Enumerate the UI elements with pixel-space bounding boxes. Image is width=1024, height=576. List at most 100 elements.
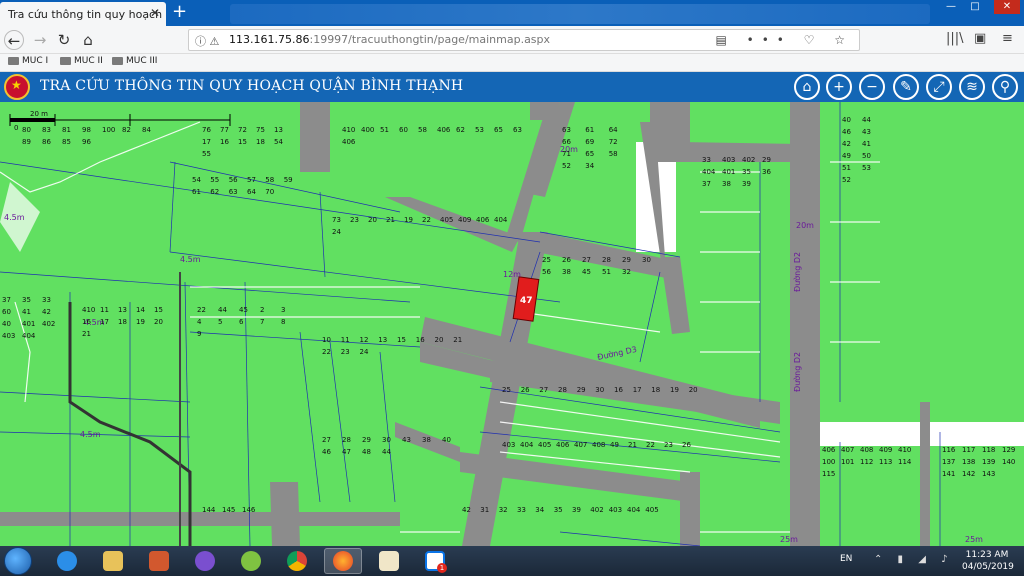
minimize-icon[interactable]: —: [944, 0, 958, 14]
parcel-number: 89: [22, 138, 31, 146]
parcel-number: 54: [274, 138, 283, 146]
parcel-number: 65: [585, 150, 594, 158]
taskbar-viber[interactable]: [186, 548, 224, 574]
tray-icons[interactable]: ⌃ ▮ ◢ ♪: [874, 554, 954, 565]
parcel-number: 35: [22, 296, 31, 304]
parcel-number: 19: [136, 318, 145, 326]
parcel-number: 137: [942, 458, 955, 466]
parcel-number: 403: [2, 332, 15, 340]
map-home-button[interactable]: ⌂: [794, 74, 820, 100]
taskbar-paint[interactable]: [370, 548, 408, 574]
parcel-number: 19: [404, 216, 413, 224]
parcel-number: 51: [842, 164, 851, 172]
reload-icon[interactable]: ↻: [54, 30, 74, 50]
taskbar-app-green[interactable]: [232, 548, 270, 574]
close-tab-icon[interactable]: ✕: [150, 6, 160, 20]
parcel-number: 52: [562, 162, 571, 170]
width-label: 25m: [965, 535, 983, 544]
library-icon[interactable]: |||\: [946, 31, 964, 46]
tab-active[interactable]: Tra cứu thông tin quy hoạch ✕: [0, 2, 166, 26]
new-tab-icon[interactable]: +: [172, 3, 187, 21]
parcel-number: 15: [154, 306, 163, 314]
parcel-number: 32: [622, 268, 631, 276]
parcel-number: 51: [602, 268, 611, 276]
full-extent-button[interactable]: ⤢: [926, 74, 952, 100]
home-icon[interactable]: ⌂: [78, 30, 98, 50]
measure-button[interactable]: ✎: [893, 74, 919, 100]
system-tray: EN ⌃ ▮ ◢ ♪ 11:23 AM 04/05/2019: [834, 546, 1024, 576]
language-indicator[interactable]: EN: [840, 554, 852, 564]
parcel-number: 56: [542, 268, 551, 276]
search-button[interactable]: ⚲: [992, 74, 1018, 100]
parcel-number: 63: [513, 126, 522, 134]
zalo-icon: 1: [425, 551, 447, 573]
bookmark-muc-ii[interactable]: MUC II: [60, 56, 103, 66]
clock-time: 11:23 AM: [965, 550, 1009, 560]
taskbar-firefox[interactable]: [324, 548, 362, 574]
parcel-number: 12: [360, 336, 369, 344]
taskbar-clock[interactable]: 11:23 AM 04/05/2019: [962, 549, 1014, 573]
site-info-icon[interactable]: ⓘ ⚠: [195, 33, 219, 49]
taskbar-ie[interactable]: [48, 548, 86, 574]
parcel-number: 80: [22, 126, 31, 134]
parcel-number: 401: [22, 320, 35, 328]
parcel-number: 404: [22, 332, 36, 340]
maximize-icon[interactable]: □: [968, 0, 982, 14]
parcel-number: 403: [722, 156, 735, 164]
parcel-number: 101: [841, 458, 854, 466]
layers-button[interactable]: ≋: [959, 74, 985, 100]
menu-icon[interactable]: ≡: [1002, 31, 1013, 46]
url-bar[interactable]: ⓘ ⚠ 113.161.75.86:19997/tracuuthongtin/p…: [188, 29, 860, 51]
browser-tab-strip: Tra cứu thông tin quy hoạch ✕ + — □ ✕: [0, 0, 1024, 26]
parcel-number: 11: [341, 336, 350, 344]
parcel-number: 404: [520, 441, 534, 449]
sidebar-icon[interactable]: ▣: [974, 31, 986, 46]
zoom-in-button[interactable]: +: [826, 74, 852, 100]
parcel-number: 408: [592, 441, 605, 449]
parcel-number: 11: [100, 306, 109, 314]
parcel-number: 402: [42, 320, 55, 328]
parcel-number: 32: [499, 506, 508, 514]
parcel-number: 142: [962, 470, 975, 478]
parcel-number: 73: [332, 216, 341, 224]
width-label: 4.5m: [4, 213, 25, 222]
parcel-number: 65: [494, 126, 503, 134]
parcel-number: 143: [982, 470, 995, 478]
parcel-number: 86: [42, 138, 51, 146]
taskbar-zalo[interactable]: 1: [416, 548, 454, 574]
parcel-number: 25: [502, 386, 511, 394]
window-close-icon[interactable]: ✕: [994, 0, 1020, 14]
parcel-number: 28: [558, 386, 567, 394]
reader-pocket-bookmark-icons[interactable]: ▤ ••• ♡ ☆: [715, 33, 853, 47]
chrome-icon: [287, 551, 307, 571]
zoom-out-button[interactable]: −: [859, 74, 885, 100]
width-label: 20m: [796, 221, 814, 230]
parcel-number: 407: [841, 446, 854, 454]
parcel-number: 50: [862, 152, 871, 160]
back-arrow-icon[interactable]: ←: [4, 30, 24, 50]
forward-arrow-icon[interactable]: →: [30, 30, 50, 50]
bookmark-muc-iii[interactable]: MUC III: [112, 56, 157, 66]
cadastral-map: 47 Đường D3 Đường D2 Đường D2 4.5m 4.5m …: [0, 102, 1024, 546]
clock-date: 04/05/2019: [962, 562, 1014, 572]
parcel-number: 40: [842, 116, 851, 124]
parcel-number: 28: [342, 436, 351, 444]
parcel-number: 53: [475, 126, 484, 134]
parcel-number: 14: [136, 306, 145, 314]
map-canvas[interactable]: 47 Đường D3 Đường D2 Đường D2 4.5m 4.5m …: [0, 102, 1024, 546]
url-text: 113.161.75.86:19997/tracuuthongtin/page/…: [229, 33, 550, 46]
start-button[interactable]: [4, 547, 32, 575]
folder-icon: [112, 57, 123, 65]
parcel-number: 27: [322, 436, 331, 444]
parcel-number: 42: [462, 506, 471, 514]
bookmark-muc-i[interactable]: MUC I: [8, 56, 48, 66]
parcel-number: 129: [1002, 446, 1015, 454]
taskbar-media[interactable]: [140, 548, 178, 574]
parcel-number: 39: [742, 180, 751, 188]
parcel-number: 16: [82, 318, 91, 326]
taskbar-explorer[interactable]: [94, 548, 132, 574]
parcel-number: 10: [322, 336, 331, 344]
app-title: TRA CỨU THÔNG TIN QUY HOẠCH QUẬN BÌNH TH…: [40, 78, 464, 94]
taskbar-chrome[interactable]: [278, 548, 316, 574]
parcel-number: 83: [42, 126, 51, 134]
